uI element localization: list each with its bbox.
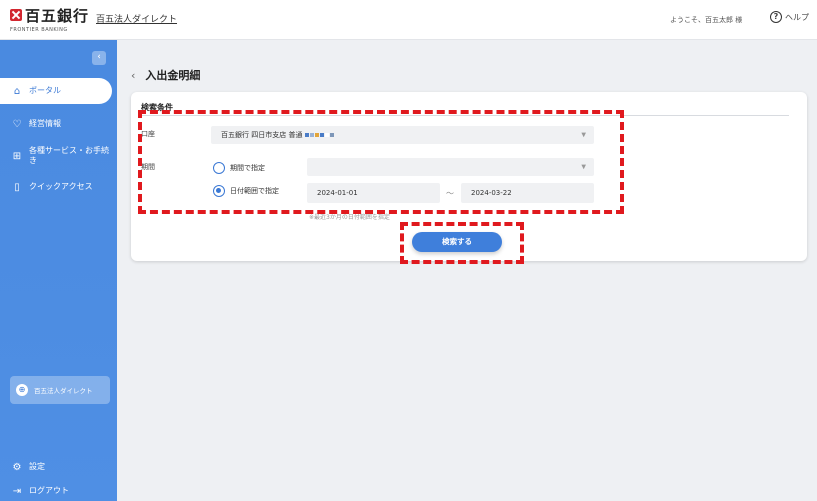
bank-logo-title: 百五銀行 bbox=[25, 7, 90, 25]
globe-icon: ⊕ bbox=[16, 384, 28, 396]
sidebar: ‹ ⌂ ポータル ♡ 経営情報 ⊞ 各種サービス・お手続き ▯ クイックアクセス… bbox=[0, 40, 117, 501]
sidebar-item-quick-access[interactable]: ▯ クイックアクセス bbox=[0, 174, 117, 200]
sidebar-item-business-info[interactable]: ♡ 経営情報 bbox=[0, 111, 117, 137]
sidebar-item-label: ログアウト bbox=[29, 486, 69, 495]
promo-label: 百五法人ダイレクト bbox=[34, 387, 93, 395]
sidebar-item-label: ポータル bbox=[29, 86, 61, 95]
corporate-direct-promo[interactable]: ⊕ 百五法人ダイレクト bbox=[10, 376, 110, 404]
service-name-link[interactable]: 百五法人ダイレクト bbox=[96, 12, 177, 25]
collapse-sidebar-button[interactable]: ‹ bbox=[92, 51, 106, 65]
logout-icon: ⇥ bbox=[12, 485, 22, 497]
sidebar-item-label: クイックアクセス bbox=[29, 182, 93, 191]
gear-icon: ⚙ bbox=[12, 461, 22, 473]
lightbulb-icon: ♡ bbox=[12, 118, 22, 130]
bookmark-icon: ▯ bbox=[14, 181, 20, 193]
home-icon: ⌂ bbox=[13, 85, 21, 97]
welcome-message: ようこそ、百五太郎 様 bbox=[670, 16, 743, 24]
top-header: 百五銀行 FRONTIER BANKING 百五法人ダイレクト ようこそ、百五太… bbox=[0, 0, 817, 40]
page-title: ‹ 入出金明細 bbox=[131, 67, 200, 83]
search-button-highlight-box bbox=[400, 222, 524, 264]
bank-logo-subtitle: FRONTIER BANKING bbox=[10, 27, 68, 33]
bank-logo-icon bbox=[10, 9, 22, 21]
sidebar-item-services[interactable]: ⊞ 各種サービス・お手続き bbox=[0, 140, 117, 172]
sidebar-item-label: 設定 bbox=[29, 462, 45, 471]
back-chevron-icon[interactable]: ‹ bbox=[131, 69, 135, 82]
help-label: ヘルプ bbox=[785, 12, 809, 22]
sidebar-item-label: 経営情報 bbox=[29, 119, 61, 128]
sidebar-item-settings[interactable]: ⚙ 設定 bbox=[0, 454, 117, 480]
form-highlight-box bbox=[138, 110, 624, 214]
sidebar-item-portal[interactable]: ⌂ ポータル bbox=[0, 78, 112, 104]
help-button[interactable]: ? ヘルプ bbox=[770, 11, 809, 23]
sidebar-item-label: 各種サービス・お手続き bbox=[29, 146, 109, 165]
page-title-text: 入出金明細 bbox=[145, 69, 201, 82]
grid-icon: ⊞ bbox=[12, 150, 22, 162]
sidebar-item-logout[interactable]: ⇥ ログアウト bbox=[0, 478, 117, 501]
help-icon: ? bbox=[770, 11, 782, 23]
